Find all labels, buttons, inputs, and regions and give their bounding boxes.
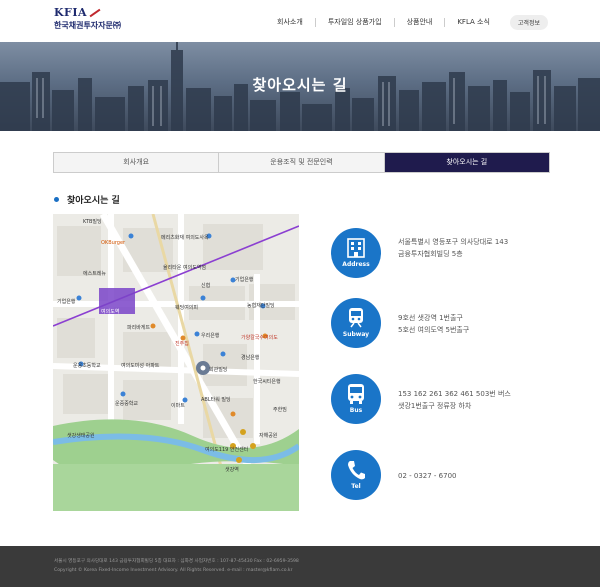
address-caption: Address	[342, 261, 370, 268]
main-nav: 회사소개 투자일임 상품가입 상품안내 KFLA 소식 고객정보	[265, 15, 548, 30]
logo-slash-mark	[89, 8, 101, 18]
bullet-icon	[54, 197, 59, 202]
tab-organization[interactable]: 운용조직 및 전문인력	[218, 153, 384, 172]
map-label: 웨딩여의피	[175, 305, 199, 311]
hero-title: 찾아오시는 길	[252, 76, 348, 94]
map-label: 주한밈	[273, 407, 287, 413]
map-label: 에스트레뉴	[83, 271, 107, 277]
subway-line-2: 5호선 여의도역 5번출구	[398, 326, 470, 334]
map-label: 자해공원	[259, 433, 278, 439]
phone-icon	[348, 461, 365, 480]
section-title: 찾아오시는 길	[54, 193, 120, 206]
section-title-text: 찾아오시는 길	[67, 196, 120, 206]
tel-badge: Tel	[331, 450, 381, 500]
location-map[interactable]: KTB빌딩 OKBurger 메리츠화재 여의도사옥 에스트레뉴 율리타운 여의…	[53, 214, 299, 511]
customer-info-button[interactable]: 고객정보	[509, 15, 548, 30]
map-label: 여의도119 안전센터	[205, 447, 249, 453]
map-label: 한국씨티은행	[253, 379, 281, 385]
info-tel: Tel 02 - 0327 - 6700	[331, 450, 561, 500]
map-label: 샛강역	[225, 467, 239, 473]
tab-company-overview[interactable]: 회사개요	[54, 153, 219, 172]
map-label: ABL타워 빌딩	[201, 397, 231, 403]
site-header: KFIA 한국채권투자자문㈜ 회사소개 투자일임 상품가입 상품안내 KFLA …	[0, 0, 600, 42]
map-label: 경남은행	[241, 355, 260, 361]
nav-item-products[interactable]: 상품안내	[393, 18, 445, 27]
bus-icon	[348, 384, 364, 404]
footer-copyright: Copyright © Korea Fixed-Income Investmen…	[54, 568, 293, 573]
sub-tabs: 회사개요 운용조직 및 전문인력 찾아오시는 길	[53, 152, 550, 173]
company-logo[interactable]: KFIA 한국채권투자자문㈜	[54, 6, 121, 31]
map-label: 여의도역	[101, 309, 120, 315]
map-label: 메리츠화재 여의도사옥	[161, 235, 209, 241]
map-label: 신협	[201, 283, 211, 289]
map-label: 여의도미성 아파트	[121, 363, 160, 369]
map-label: 우리은행	[201, 333, 220, 339]
address-badge: Address	[331, 228, 381, 278]
bus-line-2: 샛강1번출구 정류장 하차	[398, 402, 472, 410]
subway-badge: Subway	[331, 298, 381, 348]
tel-number[interactable]: 02 - 0327 - 6700	[398, 470, 457, 482]
bus-badge: Bus	[331, 374, 381, 424]
tel-caption: Tel	[351, 483, 361, 490]
footer-address: 서울시 영등포구 의사당대로 143 금융투자협회빌딩 5층 대표자 : 심화경…	[54, 559, 299, 564]
subway-icon	[349, 308, 363, 328]
info-bus: Bus 153 162 261 362 461 503번 버스 샛강1번출구 정…	[331, 374, 561, 424]
bus-text: 153 162 261 362 461 503번 버스 샛강1번출구 정류장 하…	[398, 388, 511, 412]
building-icon	[347, 238, 365, 258]
subway-caption: Subway	[342, 331, 370, 338]
map-label: KTB빌딩	[83, 219, 102, 225]
tab-directions[interactable]: 찾아오시는 길	[383, 153, 549, 172]
map-label: 샛강생태공원	[67, 433, 95, 439]
map-label: 파리바게뜨	[127, 325, 151, 331]
map-label: 운웅초등학교	[73, 363, 101, 369]
address-line-2: 금융투자협회빌딩 5층	[398, 250, 463, 258]
logo-ko-text: 한국채권투자자문㈜	[54, 21, 121, 30]
hero-banner: 찾아오시는 길	[0, 42, 600, 131]
map-label: 농협재단빌딩	[247, 303, 275, 309]
nav-item-signup[interactable]: 투자일임 상품가입	[314, 18, 394, 27]
map-label: 율리타운 여의도역점	[163, 265, 206, 271]
map-label: OKBurger	[101, 240, 126, 246]
nav-item-about[interactable]: 회사소개	[265, 18, 315, 27]
bus-caption: Bus	[349, 407, 363, 414]
subway-text: 9호선 샛강역 1번출구 5호선 여의도역 5번출구	[398, 312, 469, 336]
logo-en-text: KFIA	[54, 6, 88, 19]
map-label: 기업은행	[57, 299, 76, 305]
tel-text: 02 - 0327 - 6700	[398, 470, 457, 482]
address-text: 서울특별시 영등포구 의사당대로 143 금융투자협회빌딩 5층	[398, 236, 508, 260]
site-footer: 서울시 영등포구 의사당대로 143 금융투자협회빌딩 5층 대표자 : 심화경…	[0, 546, 600, 587]
map-label: 진주집	[175, 341, 189, 347]
info-subway: Subway 9호선 샛강역 1번출구 5호선 여의도역 5번출구	[331, 298, 561, 348]
map-label: 회관빌딩	[209, 367, 228, 373]
map-label: 이마트	[171, 403, 185, 409]
address-line-1: 서울특별시 영등포구 의사당대로 143	[398, 238, 509, 246]
map-label: 기업은행	[235, 277, 254, 283]
map-label: 가양칼국수여의도	[241, 335, 278, 341]
nav-item-news[interactable]: KFLA 소식	[444, 18, 502, 27]
info-address: Address 서울특별시 영등포구 의사당대로 143 금융투자협회빌딩 5층	[331, 228, 561, 278]
subway-line-1: 9호선 샛강역 1번출구	[398, 314, 463, 322]
bus-line-1: 153 162 261 362 461 503번 버스	[398, 390, 511, 398]
map-label: 운중중학교	[115, 401, 139, 407]
